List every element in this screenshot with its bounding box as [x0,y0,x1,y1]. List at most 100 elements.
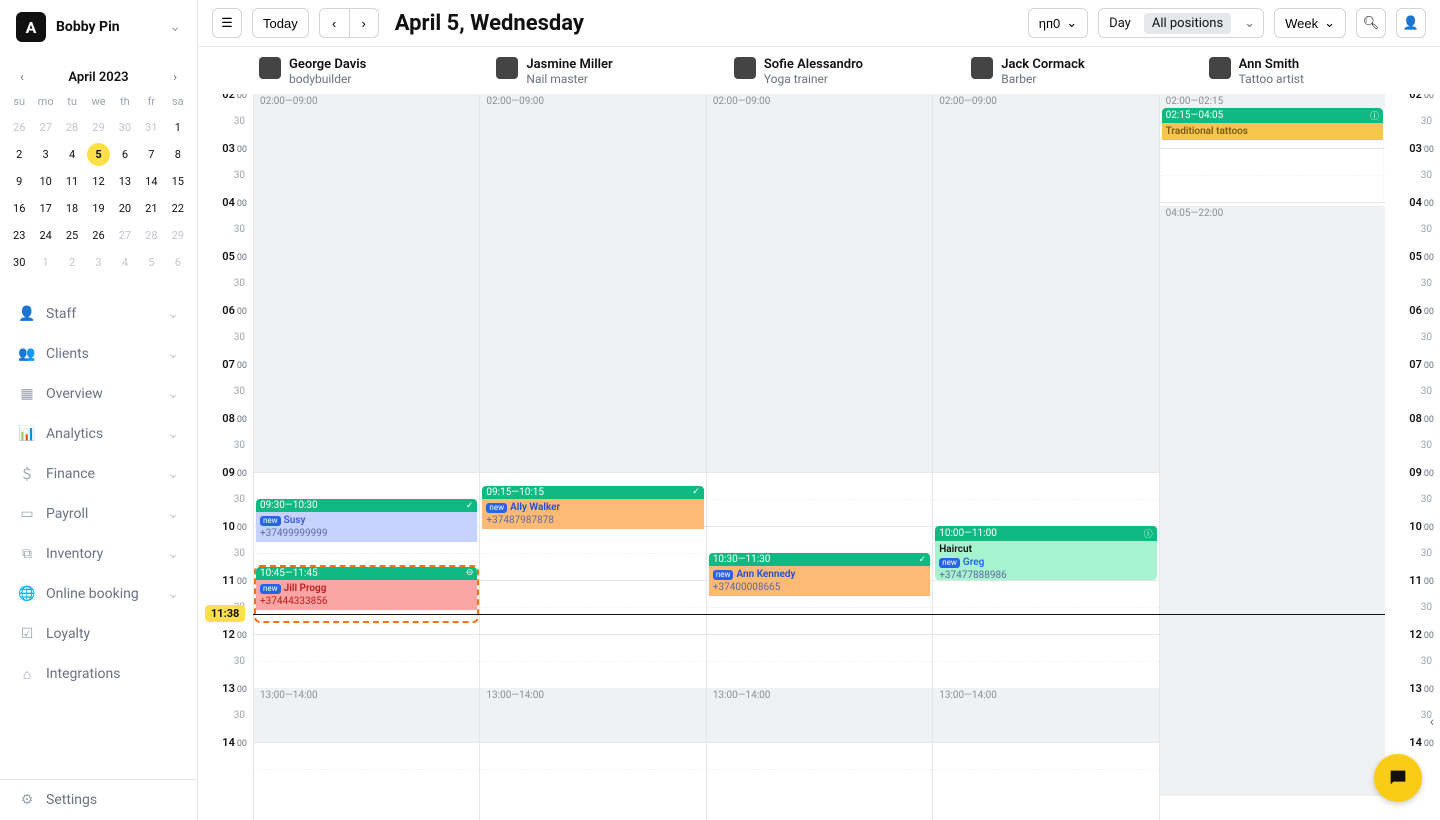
mini-cal-day[interactable]: 1 [34,251,56,274]
staff-header[interactable]: Jasmine MillerNail master [490,47,727,94]
mini-cal-day[interactable]: 3 [87,251,109,274]
half-hour-label: 30 [1421,656,1432,667]
staff-header[interactable]: Sofie AlessandroYoga trainer [728,47,965,94]
half-hour-label: 30 [1421,278,1432,289]
nav-item-inventory[interactable]: ⧉Inventory⌄ [0,534,197,574]
mini-cal-day[interactable]: 19 [87,197,109,220]
mini-cal-day[interactable]: 27 [34,116,56,139]
half-hour-label: 30 [234,656,245,667]
mini-cal-day[interactable]: 24 [34,224,56,247]
mini-cal-day[interactable]: 16 [8,197,30,220]
mini-cal-day[interactable]: 4 [61,143,83,166]
add-user-button[interactable]: 👤 [1396,8,1426,38]
nav-item-payroll[interactable]: ▭Payroll⌄ [0,494,197,534]
menu-button[interactable]: ☰ [212,8,242,38]
mini-cal-day[interactable]: 1 [167,116,189,139]
hour-label: 1000 [202,520,247,533]
staff-header[interactable]: Ann SmithTattoo artist [1203,47,1440,94]
appointment[interactable]: 10:00—11:00ⓘHaircutnewGreg+37477888986 [935,526,1156,580]
staff-column[interactable]: 02:00—09:0013:00—14:0009:15—10:15✓newAll… [479,94,705,820]
mini-cal-day[interactable]: 18 [61,197,83,220]
mini-cal-day[interactable]: 30 [114,116,136,139]
half-hour-label: 30 [1421,116,1432,127]
hour-label: 1200 [202,628,247,641]
mini-cal-day[interactable]: 5 [140,251,162,274]
mini-cal-day[interactable]: 6 [167,251,189,274]
next-day-button[interactable]: › [349,8,379,38]
half-hour-label: 30 [1421,710,1432,721]
today-button[interactable]: Today [252,8,309,38]
staff-header[interactable]: Jack CormackBarber [965,47,1202,94]
prev-day-button[interactable]: ‹ [319,8,349,38]
mini-cal-day[interactable]: 21 [140,197,162,220]
nav-item-online-booking[interactable]: 🌐Online booking⌄ [0,574,197,614]
mini-cal-day[interactable]: 26 [8,116,30,139]
half-hour-label: 30 [1421,548,1432,559]
mini-cal-next[interactable]: › [167,68,183,87]
mini-cal-day[interactable]: 20 [114,197,136,220]
search-button[interactable]: 🔍︎ [1356,8,1386,38]
mini-cal-day[interactable]: 11 [61,170,83,193]
nav-item-analytics[interactable]: 📊Analytics⌄ [0,414,197,454]
mini-cal-day[interactable]: 28 [140,224,162,247]
mini-cal-day[interactable]: 6 [114,143,136,166]
nav-item-clients[interactable]: 👥Clients⌄ [0,334,197,374]
mini-cal-day[interactable]: 14 [140,170,162,193]
mini-cal-day[interactable]: 17 [34,197,56,220]
staff-header[interactable]: George Davisbodybuilder [253,47,490,94]
mini-cal-day[interactable]: 30 [8,251,30,274]
nav-item-loyalty[interactable]: ☑Loyalty [0,614,197,654]
half-hour-label: 30 [1421,494,1432,505]
view-mode-selector[interactable]: Day All positions ⌄ [1098,8,1264,38]
half-hour-label: 30 [1421,170,1432,181]
staff-column[interactable]: 02:00—02:1504:05—22:0002:15—04:05ⓘTradit… [1159,94,1385,820]
mini-cal-day[interactable]: 2 [61,251,83,274]
appointment[interactable]: 09:30—10:30✓newSusy+37499999999 [256,499,477,553]
mini-cal-day[interactable]: 7 [140,143,162,166]
mini-cal-day[interactable]: 29 [87,116,109,139]
staff-column[interactable]: 02:00—09:0013:00—14:0010:00—11:00ⓘHaircu… [932,94,1158,820]
nav-settings[interactable]: ⚙ Settings [0,779,197,820]
week-button[interactable]: Week ⌄ [1274,8,1346,38]
mini-cal-day[interactable]: 15 [167,170,189,193]
hour-label: 1300 [202,682,247,695]
mini-cal-day[interactable]: 4 [114,251,136,274]
search-icon: 🔍︎ [1363,15,1380,31]
staff-column[interactable]: 02:00—09:0013:00—14:0010:30—11:30✓newAnn… [706,94,932,820]
mini-cal-day[interactable]: 23 [8,224,30,247]
location-selector[interactable]: ηп0 ⌄ [1028,8,1088,38]
mini-cal-day[interactable]: 9 [8,170,30,193]
hour-label: 0800 [1389,412,1434,425]
mini-cal-day[interactable]: 22 [167,197,189,220]
mini-cal-day[interactable]: 8 [167,143,189,166]
workspace-switcher[interactable]: A Bobby Pin ⌄ [0,0,197,54]
mini-cal-day[interactable]: 29 [167,224,189,247]
mini-cal-day[interactable]: 10 [34,170,56,193]
mini-cal-day[interactable]: 2 [8,143,30,166]
chat-fab[interactable] [1374,754,1422,802]
avatar [971,57,993,79]
appointment[interactable]: 10:30—11:30✓newAnn Kennedy+37400008665 [709,553,930,607]
view-allpositions[interactable]: All positions [1144,13,1231,34]
mini-cal-day[interactable]: 12 [87,170,109,193]
mini-cal-prev[interactable]: ‹ [14,68,30,87]
mini-cal-day[interactable]: 5 [87,143,109,166]
mini-cal-day[interactable]: 13 [114,170,136,193]
mini-cal-day[interactable]: 28 [61,116,83,139]
staff-column[interactable]: 02:00—09:0013:00—14:0009:30—10:30✓newSus… [253,94,479,820]
mini-cal-day[interactable]: 26 [87,224,109,247]
nav-item-finance[interactable]: ＄Finance⌄ [0,454,197,494]
hour-label: 0700 [1389,358,1434,371]
mini-cal-day[interactable]: 25 [61,224,83,247]
appointment[interactable]: 09:15—10:15✓newAlly Walker+37487987878 [482,486,703,540]
mini-cal-day[interactable]: 3 [34,143,56,166]
nav-item-staff[interactable]: 👤Staff⌄ [0,294,197,334]
appointment[interactable]: 02:15—04:05ⓘTraditional tattoos [1162,108,1383,207]
mini-cal-day[interactable]: 31 [140,116,162,139]
view-day[interactable]: Day [1099,16,1141,31]
half-hour-label: 30 [1421,386,1432,397]
mini-cal-day[interactable]: 27 [114,224,136,247]
nav-item-integrations[interactable]: ⌂Integrations [0,654,197,694]
appointment[interactable]: 10:45—11:45⊖newJill Progg+37444333856 [256,567,477,621]
nav-item-overview[interactable]: ▦Overview⌄ [0,374,197,414]
